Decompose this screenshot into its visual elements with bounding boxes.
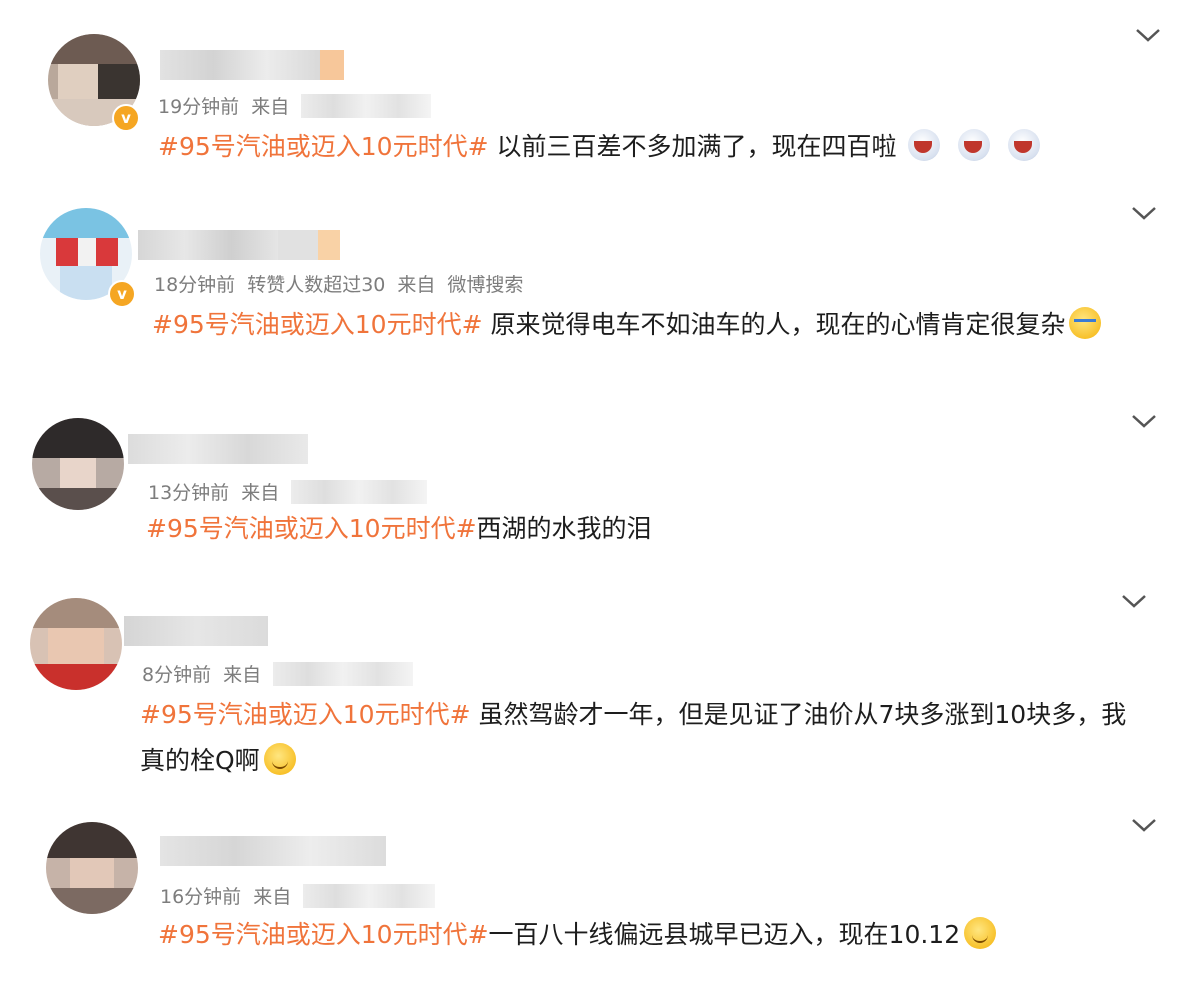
scream-crying-emoji	[908, 129, 941, 161]
comment-item: 16分钟前 来自 #95号汽油或迈入10元时代#一百八十线偏远县城早已迈入，现在…	[0, 800, 1186, 984]
comment-meta: 16分钟前 来自	[160, 882, 436, 909]
comment-text: #95号汽油或迈入10元时代# 以前三百差不多加满了，现在四百啦	[158, 124, 1041, 170]
hashtag-link[interactable]: #95号汽油或迈入10元时代#	[152, 310, 483, 339]
comment-item: v 19分钟前 来自 #95号汽油或迈入10元时代# 以前三百差不多加满了，现在…	[0, 0, 1186, 190]
hashtag-link[interactable]: #95号汽油或迈入10元时代#	[146, 514, 477, 543]
scream-crying-emoji	[1008, 129, 1041, 161]
avatar[interactable]	[32, 418, 124, 510]
hashtag-link[interactable]: #95号汽油或迈入10元时代#	[158, 132, 489, 161]
username-blurred[interactable]	[124, 616, 268, 646]
repost-count-badge: 转赞人数超过30	[247, 274, 386, 296]
chevron-down-icon[interactable]	[1120, 592, 1154, 616]
username-blurred[interactable]	[160, 50, 344, 80]
smile-emoji	[964, 917, 997, 949]
username-blurred[interactable]	[160, 836, 386, 866]
tearful-smile-emoji	[263, 743, 296, 775]
comment-time: 19分钟前	[158, 96, 240, 118]
verified-v-badge-icon: v	[108, 280, 136, 308]
avatar[interactable]	[30, 598, 122, 690]
crying-emoji	[1069, 307, 1102, 339]
comment-meta: 19分钟前 来自	[158, 92, 432, 119]
source-name[interactable]: 微博搜索	[447, 270, 523, 297]
comment-text: #95号汽油或迈入10元时代#西湖的水我的泪	[146, 514, 652, 543]
verified-v-badge-icon: v	[112, 104, 140, 132]
source-label: 来自	[251, 96, 290, 118]
comment-text: #95号汽油或迈入10元时代# 虽然驾龄才一年，但是见证了油价从7块多涨到10块…	[140, 700, 1127, 729]
chevron-down-icon[interactable]	[1130, 816, 1164, 840]
chevron-down-icon[interactable]	[1130, 204, 1164, 228]
comment-meta: 13分钟前 来自	[148, 478, 428, 505]
avatar[interactable]	[46, 822, 138, 914]
comment-item: v 18分钟前 转赞人数超过30 来自 微博搜索 #95号汽油或迈入10元时代#…	[0, 190, 1186, 390]
chevron-down-icon[interactable]	[1130, 412, 1164, 436]
source-blurred	[301, 93, 432, 118]
comment-time: 13分钟前	[148, 482, 230, 504]
username-blurred[interactable]	[128, 434, 308, 464]
scream-crying-emoji	[958, 129, 991, 161]
source-label: 来自	[253, 886, 292, 908]
source-blurred	[303, 883, 436, 908]
source-label: 来自	[223, 664, 262, 686]
comment-time: 16分钟前	[160, 886, 242, 908]
comment-item: 8分钟前 来自 #95号汽油或迈入10元时代# 虽然驾龄才一年，但是见证了油价从…	[0, 580, 1186, 800]
hashtag-link[interactable]: #95号汽油或迈入10元时代#	[140, 700, 471, 729]
comment-meta: 8分钟前 来自	[142, 660, 414, 687]
chevron-down-icon[interactable]	[1134, 26, 1168, 50]
hashtag-link[interactable]: #95号汽油或迈入10元时代#	[158, 920, 489, 949]
username-blurred[interactable]	[138, 230, 340, 260]
comment-text: #95号汽油或迈入10元时代# 原来觉得电车不如油车的人，现在的心情肯定很复杂	[152, 302, 1102, 348]
source-label: 来自	[397, 274, 436, 296]
source-blurred	[273, 661, 414, 686]
comment-time: 8分钟前	[142, 664, 212, 686]
comment-text: #95号汽油或迈入10元时代#一百八十线偏远县城早已迈入，现在10.12	[158, 912, 997, 958]
comment-time: 18分钟前	[154, 274, 236, 296]
comment-text-line2: 真的栓Q啊	[140, 738, 296, 784]
source-label: 来自	[241, 482, 280, 504]
comment-meta: 18分钟前 转赞人数超过30 来自 微博搜索	[154, 270, 523, 297]
comment-item: 13分钟前 来自 #95号汽油或迈入10元时代#西湖的水我的泪	[0, 390, 1186, 580]
source-blurred	[291, 479, 428, 504]
